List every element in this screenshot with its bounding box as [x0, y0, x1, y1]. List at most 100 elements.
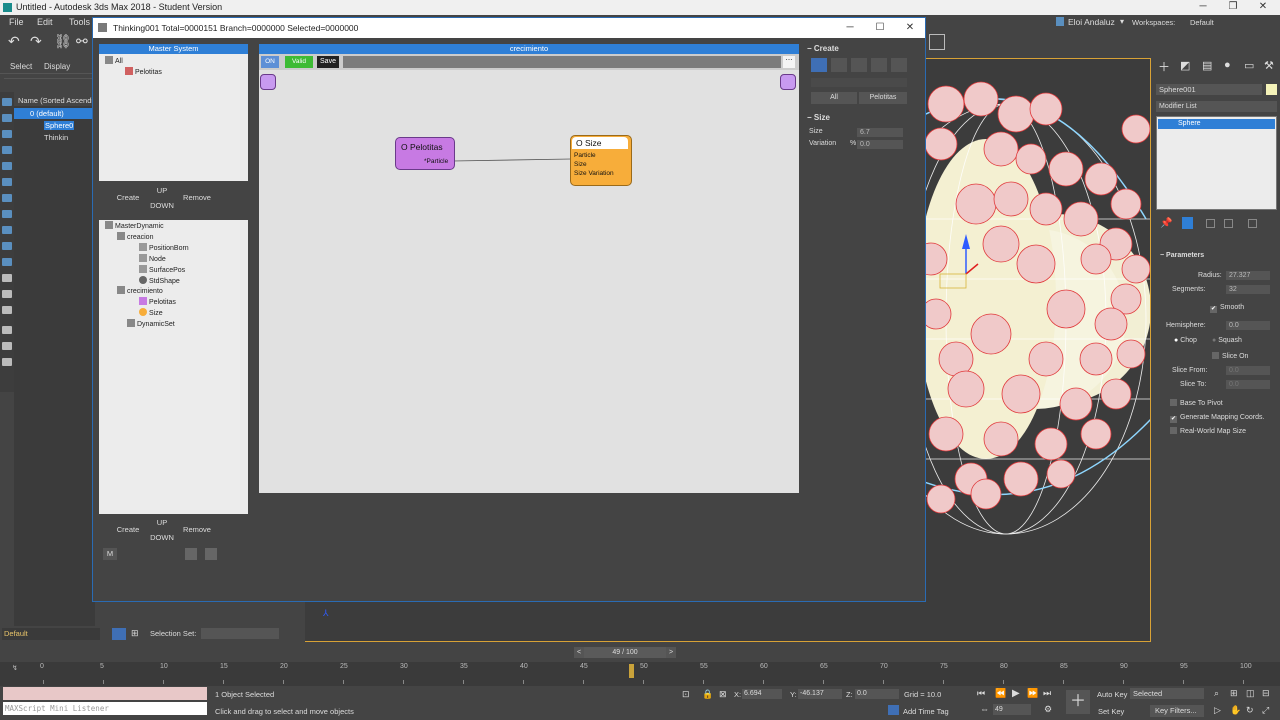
current-frame-field[interactable]: 49 [993, 704, 1031, 715]
squash-radio[interactable]: ● Squash [1212, 335, 1242, 346]
create-helpers-icon[interactable] [871, 58, 887, 72]
workspace-select[interactable]: Default [1190, 18, 1214, 27]
zoom-extents-all-icon[interactable]: ⊟ [1262, 688, 1270, 699]
add-time-tag[interactable]: Add Time Tag [903, 707, 949, 716]
base-to-pivot-checkbox[interactable]: Base To Pivot [1170, 398, 1223, 409]
filter-none-icon[interactable] [2, 290, 12, 298]
graph-menu-icon[interactable]: ⋯ [783, 56, 795, 68]
create-systems-icon[interactable] [891, 58, 907, 72]
set-key-icon[interactable]: ＋ [1066, 690, 1090, 714]
layer-explorer-icon[interactable] [112, 628, 126, 640]
hand-icon[interactable] [185, 548, 197, 560]
time-tag-icon[interactable] [888, 705, 899, 715]
trackbar-curve-icon[interactable]: ↯ [12, 664, 18, 672]
master-dynamic-tree[interactable]: MasterDynamic creacion PositionBorn Node… [99, 220, 248, 514]
filter-geometry-icon[interactable] [2, 98, 12, 106]
filter-groups-icon[interactable] [2, 194, 12, 202]
tree-item-all[interactable]: All [105, 56, 123, 67]
master-dynamic-down-button[interactable]: DOWN [149, 532, 175, 544]
zoom-icon[interactable]: ⌕ [1214, 688, 1219, 699]
m-button[interactable]: M [103, 548, 117, 560]
scene-row-default-layer[interactable]: 0 (default) [14, 108, 95, 119]
absolute-mode-icon[interactable]: ⊠ [719, 689, 727, 700]
hand-alt-icon[interactable] [205, 548, 217, 560]
modify-tab-icon[interactable]: ◩ [1180, 59, 1190, 72]
parameters-rollout-title[interactable]: − Parameters [1160, 250, 1204, 261]
minimize-icon[interactable]: ─ [835, 21, 865, 36]
node-size[interactable]: O Size Particle Size Size Variation [570, 135, 632, 186]
create-dropdown[interactable] [811, 78, 907, 87]
fov-icon[interactable]: ▷ [1214, 705, 1221, 716]
scene-row-sphere[interactable]: Sphere0 [14, 120, 95, 131]
node-pelotitas[interactable]: O Pelotitas *Particle [395, 137, 455, 170]
goto-start-icon[interactable]: ⏮ [977, 688, 985, 699]
node-size-port-size[interactable]: Size [574, 161, 587, 168]
undo-icon[interactable]: ↶ [8, 33, 20, 50]
selection-set-dropdown[interactable] [201, 628, 279, 639]
next-frame-icon[interactable]: > [666, 647, 676, 658]
master-system-create-button[interactable]: Create [113, 192, 143, 204]
object-color-swatch[interactable] [1266, 84, 1277, 95]
maxscript-mini-listener[interactable]: MAXScript Mini Listener [3, 702, 207, 715]
tree-item-positionborn[interactable]: PositionBorn [139, 243, 189, 254]
isolate-selection-icon[interactable]: ⊡ [682, 689, 690, 700]
remove-modifier-icon[interactable] [1224, 219, 1233, 228]
redo-icon[interactable]: ↷ [30, 33, 42, 50]
radius-spinner[interactable]: 27.327 [1226, 271, 1270, 280]
key-mode-icon[interactable]: ⇔ [980, 704, 989, 714]
real-world-checkbox[interactable]: Real-World Map Size [1170, 426, 1246, 437]
display-tab-icon[interactable]: ▭ [1244, 59, 1254, 72]
slice-on-checkbox[interactable]: Slice On [1212, 351, 1248, 362]
filter-cameras-icon[interactable] [2, 146, 12, 154]
tree-item-masterdynamic[interactable]: MasterDynamic [105, 221, 164, 232]
node-graph-canvas[interactable]: O Pelotitas *Particle O Size Particle Si… [259, 70, 799, 493]
smooth-checkbox[interactable]: ✔ Smooth [1210, 302, 1244, 313]
prev-key-icon[interactable]: ⏪ [995, 688, 1006, 699]
menu-file[interactable]: File [9, 17, 24, 27]
filter-invert-icon[interactable] [2, 306, 12, 314]
minimize-icon[interactable]: ─ [1188, 0, 1218, 15]
filter-helpers-icon[interactable] [2, 162, 12, 170]
pin-stack-icon[interactable]: 📌 [1160, 218, 1172, 229]
funnel-icon[interactable] [2, 342, 12, 350]
filter-lights-icon[interactable] [2, 130, 12, 138]
zoom-all-icon[interactable]: ⊞ [1230, 688, 1238, 699]
variation-spinner[interactable]: 0.0 [857, 140, 903, 149]
on-button[interactable]: ON [261, 56, 279, 68]
scene-row-thinking[interactable]: Thinkin [14, 132, 95, 143]
find-icon[interactable] [2, 326, 12, 334]
time-slider-thumb[interactable]: 49 / 100 [584, 647, 666, 658]
tree-item-creacion[interactable]: creacion [117, 232, 153, 243]
make-unique-icon[interactable] [1206, 219, 1215, 228]
tree-item-dynamicset[interactable]: DynamicSet [127, 319, 175, 330]
settings-icon[interactable] [2, 358, 12, 366]
play-icon[interactable]: ▶ [1012, 688, 1020, 699]
y-coordinate-field[interactable]: -46.137 [798, 689, 842, 699]
modifier-list-dropdown[interactable]: Modifier List [1156, 101, 1277, 112]
configure-sets-icon[interactable] [1248, 219, 1257, 228]
tree-item-pelotitas-dyn[interactable]: Pelotitas [139, 297, 176, 308]
node-size-port-variation[interactable]: Size Variation [574, 170, 614, 177]
filter-shapes-icon[interactable] [2, 114, 12, 122]
tree-item-crecimiento[interactable]: crecimiento [117, 286, 163, 297]
next-key-icon[interactable]: ⏩ [1027, 688, 1038, 699]
create-lights-icon[interactable] [851, 58, 867, 72]
orbit-icon[interactable]: ↻ [1246, 705, 1254, 716]
node-pelotitas-port[interactable]: *Particle [424, 158, 448, 165]
tree-item-size[interactable]: Size [139, 308, 163, 319]
slice-to-spinner[interactable]: 0.0 [1226, 380, 1270, 389]
master-system-remove-button[interactable]: Remove [181, 192, 213, 204]
graph-name-field[interactable] [343, 56, 781, 68]
slice-from-spinner[interactable]: 0.0 [1226, 366, 1270, 375]
stack-item-sphere[interactable]: Sphere [1158, 119, 1275, 129]
chop-radio[interactable]: ● Chop [1174, 335, 1197, 346]
auto-key-button[interactable]: Auto Key [1097, 690, 1127, 699]
hierarchy-tab-icon[interactable]: ▤ [1202, 59, 1212, 72]
menu-tools[interactable]: Tools [69, 17, 90, 27]
menu-edit[interactable]: Edit [37, 17, 53, 27]
filter-bones-icon[interactable] [2, 226, 12, 234]
object-name-field[interactable]: Sphere001 [1156, 84, 1262, 95]
filter-containers-icon[interactable] [2, 242, 12, 250]
segments-spinner[interactable]: 32 [1226, 285, 1270, 294]
pan-icon[interactable]: ✋ [1230, 705, 1241, 716]
